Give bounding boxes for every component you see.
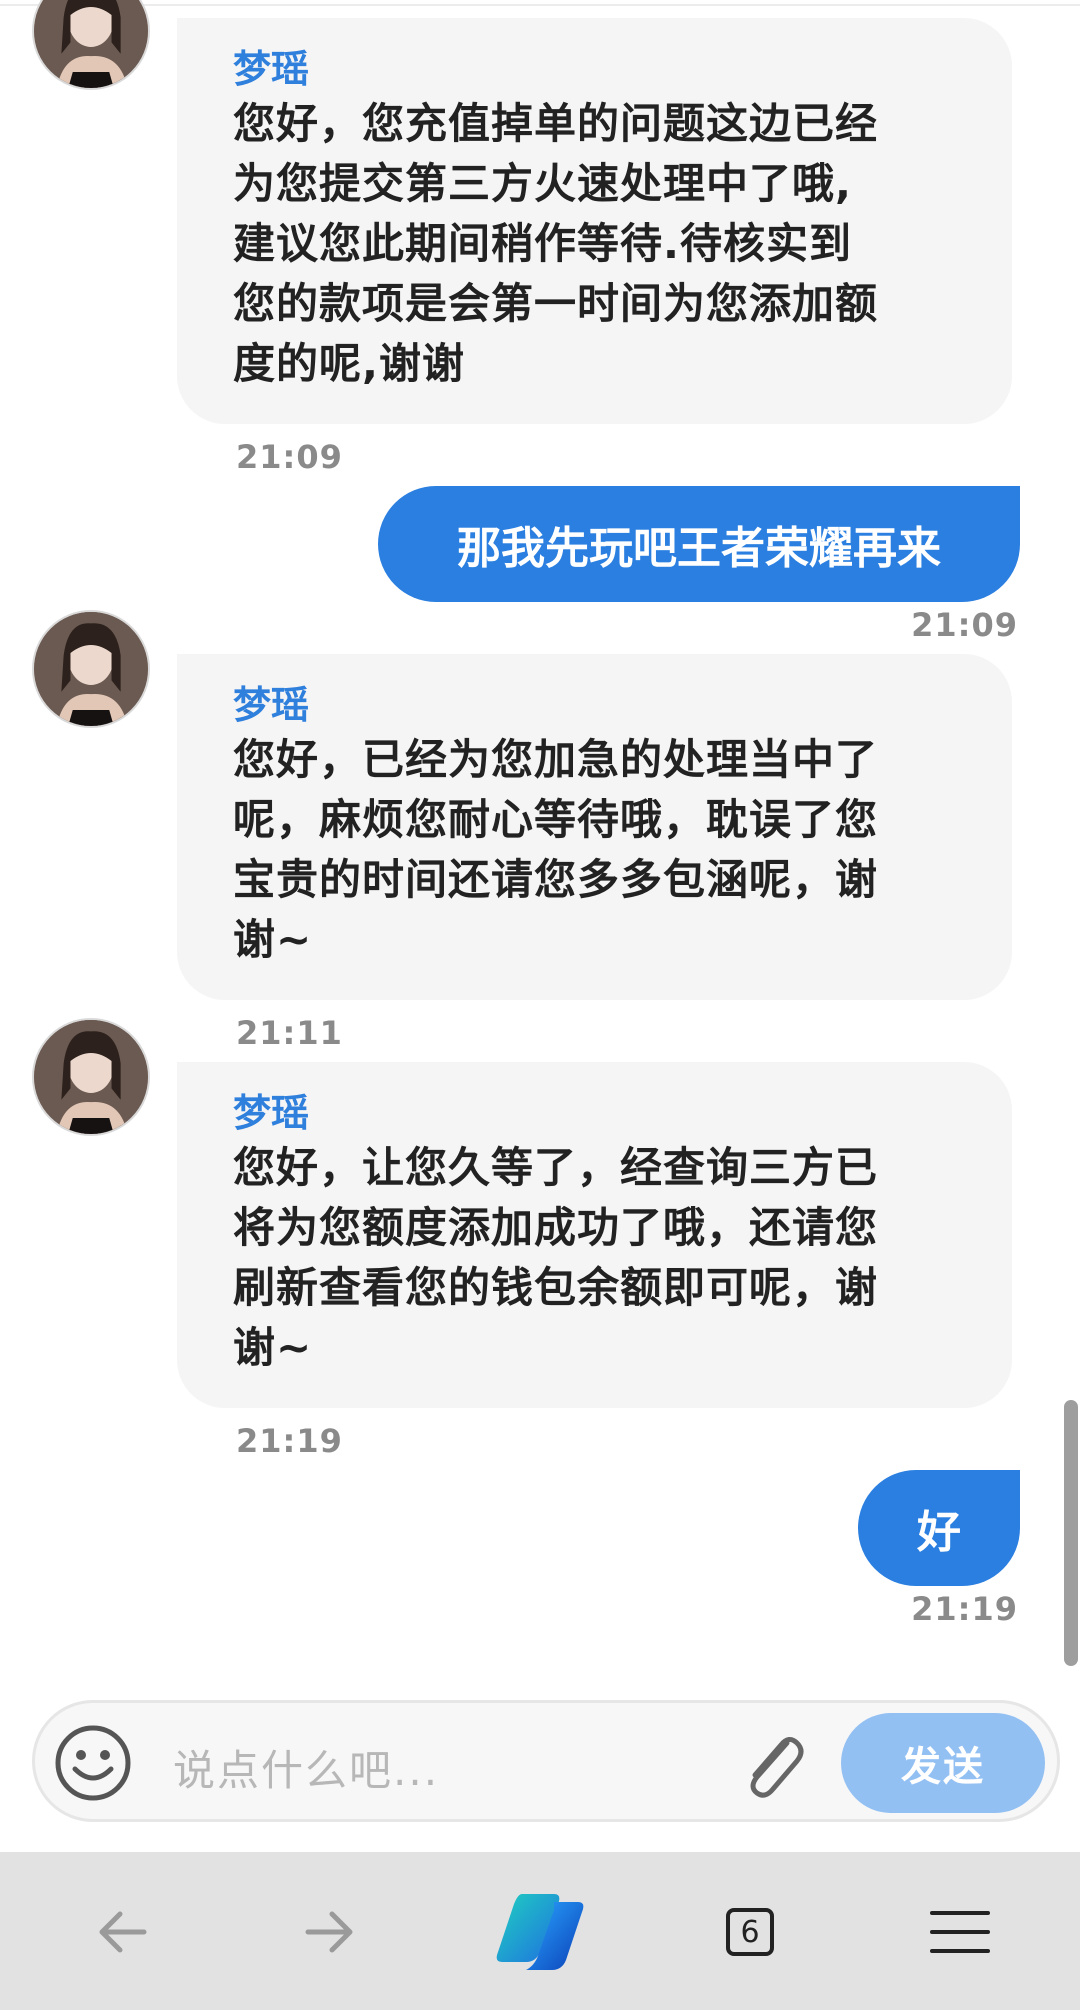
incoming-message-bubble[interactable]: 梦瑶 您好，已经为您加急的处理当中了 呢，麻烦您耐心等待哦，耽误了您 宝贵的时间…	[177, 654, 1012, 1000]
forward-button[interactable]	[280, 1882, 380, 1982]
outgoing-message-bubble[interactable]: 那我先玩吧王者荣耀再来	[378, 486, 1020, 602]
chat-scrollbar[interactable]	[1064, 1400, 1078, 1666]
sender-name: 梦瑶	[233, 47, 310, 91]
outgoing-message-bubble[interactable]: 好	[858, 1470, 1020, 1586]
agent-avatar[interactable]	[32, 610, 150, 728]
tabs-button[interactable]: 6	[700, 1882, 800, 1982]
copilot-icon	[496, 1894, 584, 1970]
incoming-message-bubble[interactable]: 梦瑶 您好，您充值掉单的问题这边已经 为您提交第三方火速处理中了哦, 建议您此期…	[177, 18, 1012, 424]
message-timestamp: 21:09	[911, 606, 1018, 644]
forward-arrow-icon	[305, 1911, 353, 1953]
message-text: 您好，让您久等了，经查询三方已 将为您额度添加成功了哦，还请您 刷新查看您的钱包…	[233, 1143, 879, 1372]
back-arrow-icon	[99, 1911, 147, 1953]
copilot-button[interactable]	[490, 1882, 590, 1982]
message-timestamp: 21:19	[236, 1422, 343, 1460]
menu-button[interactable]	[910, 1882, 1010, 1982]
agent-avatar[interactable]	[32, 0, 150, 90]
message-timestamp: 21:19	[911, 1590, 1018, 1628]
tabs-icon: 6	[726, 1908, 774, 1956]
top-divider	[0, 4, 1080, 6]
attachment-icon[interactable]	[735, 1725, 811, 1805]
avatar-portrait-icon	[34, 612, 148, 726]
send-button[interactable]: 发送	[841, 1713, 1045, 1813]
emoji-icon[interactable]	[53, 1723, 133, 1803]
agent-avatar[interactable]	[32, 1018, 150, 1136]
avatar-portrait-icon	[34, 0, 148, 88]
chat-area[interactable]: 梦瑶 您好，您充值掉单的问题这边已经 为您提交第三方火速处理中了哦, 建议您此期…	[0, 0, 1080, 1690]
message-text: 您好，您充值掉单的问题这边已经 为您提交第三方火速处理中了哦, 建议您此期间稍作…	[233, 99, 879, 388]
avatar-portrait-icon	[34, 1020, 148, 1134]
sender-name: 梦瑶	[233, 683, 310, 727]
menu-icon	[930, 1911, 990, 1953]
sender-name: 梦瑶	[233, 1091, 310, 1135]
message-timestamp: 21:11	[236, 1014, 343, 1052]
message-text: 您好，已经为您加急的处理当中了 呢，麻烦您耐心等待哦，耽误了您 宝贵的时间还请您…	[233, 735, 879, 964]
message-timestamp: 21:09	[236, 438, 343, 476]
incoming-message-bubble[interactable]: 梦瑶 您好，让您久等了，经查询三方已 将为您额度添加成功了哦，还请您 刷新查看您…	[177, 1062, 1012, 1408]
back-button[interactable]	[72, 1882, 172, 1982]
browser-nav-bar: 6	[0, 1852, 1080, 2010]
message-input[interactable]: 说点什么吧...	[173, 1737, 439, 1798]
message-input-bar: 说点什么吧... 发送	[32, 1700, 1060, 1822]
